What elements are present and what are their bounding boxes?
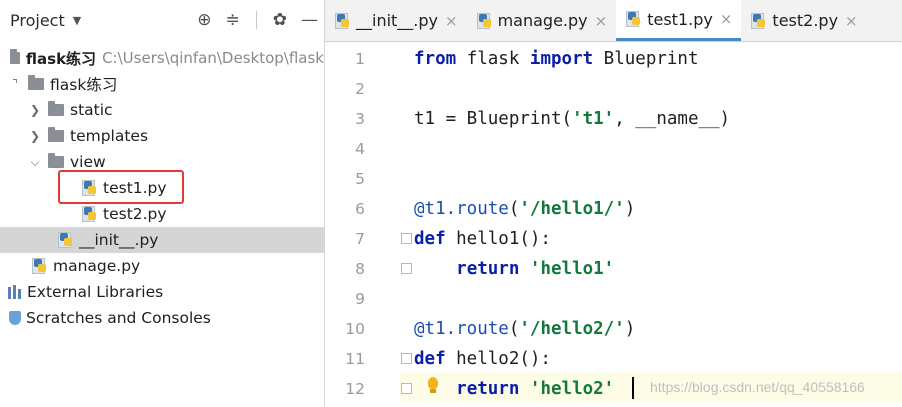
project-path: C:\Users\qinfan\Desktop\flask	[102, 49, 324, 67]
text-cursor	[632, 377, 634, 399]
tab-init[interactable]: __init__.py ×	[325, 0, 467, 41]
tree-item-flask-folder[interactable]: ⌝ flask练习	[0, 71, 324, 97]
ide-window: Project ▼ ⊕ ≑ ✿ — flask练习 C:\Users\qinfa…	[0, 0, 902, 407]
hide-icon[interactable]: —	[301, 10, 318, 30]
line-number: 4	[355, 140, 365, 158]
line-number: 2	[355, 80, 365, 98]
python-file-icon	[476, 12, 493, 29]
close-icon[interactable]: ×	[845, 12, 858, 30]
code-line: from flask import Blueprint	[414, 49, 699, 69]
line-number: 3	[355, 110, 365, 128]
tab-label: test1.py	[647, 9, 713, 29]
close-icon[interactable]: ×	[720, 10, 733, 28]
scratch-icon	[9, 311, 21, 325]
line-number: 7	[355, 230, 365, 248]
line-number: 8	[355, 260, 365, 278]
code-line: def hello1():	[414, 229, 551, 249]
chevron-down-icon[interactable]: ▼	[73, 14, 81, 27]
line-number: 10	[345, 320, 365, 338]
tab-label: manage.py	[497, 11, 588, 30]
tree-item-templates[interactable]: ❯ templates	[0, 123, 324, 149]
code-line: @t1.route('/hello1/')	[414, 199, 636, 219]
tree-item-label: templates	[70, 127, 149, 145]
python-file-icon	[32, 258, 48, 274]
folder-icon	[48, 127, 64, 142]
editor-tabs: __init__.py × manage.py × test1.py × tes…	[325, 0, 902, 42]
tree-item-label: view	[70, 153, 106, 171]
selection-highlight-box	[58, 170, 184, 204]
line-number: 12	[345, 380, 365, 398]
project-view-selector[interactable]: Project	[10, 11, 65, 30]
tab-manage[interactable]: manage.py ×	[467, 0, 617, 41]
watermark-text: https://blog.csdn.net/qq_40558166	[650, 379, 865, 395]
python-file-icon	[626, 11, 642, 27]
code-editor: __init__.py × manage.py × test1.py × tes…	[325, 0, 902, 407]
line-number-gutter: 1 2 3 4 5 6 7 8 9 10 11 12	[325, 42, 412, 407]
lightbulb-icon[interactable]	[425, 377, 441, 397]
python-file-icon	[335, 12, 351, 29]
tab-label: __init__.py	[356, 11, 439, 30]
tab-test2[interactable]: test2.py ×	[741, 0, 866, 41]
chevron-down-icon[interactable]: ⌝	[8, 77, 22, 91]
tree-item-project-root[interactable]: flask练习 C:\Users\qinfan\Desktop\flask	[0, 45, 324, 71]
tree-item-label: flask练习	[50, 76, 118, 94]
tree-item-test2[interactable]: test2.py	[0, 201, 324, 227]
tree-item-label: flask练习	[25, 49, 97, 68]
code-line: def hello2():	[414, 349, 551, 369]
tree-item-label: static	[70, 101, 113, 119]
tree-item-init[interactable]: __init__.py	[0, 227, 324, 253]
line-number: 6	[355, 200, 365, 218]
chevron-right-icon[interactable]: ❯	[28, 129, 42, 143]
line-number: 1	[355, 50, 365, 68]
code-line: @t1.route('/hello2/')	[414, 319, 636, 339]
close-icon[interactable]: ×	[445, 12, 458, 30]
folder-icon	[28, 75, 44, 90]
chevron-down-icon[interactable]: ⌵	[28, 155, 42, 170]
tab-test1[interactable]: test1.py ×	[616, 0, 742, 41]
tree-item-label: __init__.py	[79, 231, 159, 249]
collapse-icon[interactable]: ≑	[226, 10, 240, 30]
folder-icon	[48, 101, 64, 116]
folder-icon	[10, 49, 20, 64]
python-file-icon	[58, 232, 74, 248]
project-panel-header: Project ▼ ⊕ ≑ ✿ —	[0, 0, 324, 40]
panel-toolbar: ⊕ ≑ ✿ —	[197, 10, 318, 30]
line-number: 9	[355, 290, 365, 308]
tree-item-manage[interactable]: manage.py	[0, 253, 324, 279]
code-area[interactable]: from flask import Blueprint t1 = Bluepri…	[400, 42, 902, 407]
line-number: 5	[355, 170, 365, 188]
line-number: 11	[345, 350, 365, 368]
python-file-icon	[82, 206, 98, 222]
tree-item-static[interactable]: ❯ static	[0, 97, 324, 123]
project-panel: Project ▼ ⊕ ≑ ✿ — flask练习 C:\Users\qinfa…	[0, 0, 325, 407]
tree-item-label: manage.py	[53, 257, 141, 275]
library-icon	[8, 285, 22, 299]
tree-item-label: External Libraries	[27, 283, 164, 301]
folder-icon	[48, 153, 64, 168]
python-file-icon	[751, 12, 767, 29]
tree-item-label: test2.py	[103, 205, 167, 223]
tree-item-label: Scratches and Consoles	[26, 309, 211, 327]
tree-item-external-libraries[interactable]: External Libraries	[0, 279, 324, 305]
gear-icon[interactable]: ✿	[273, 10, 287, 30]
locate-icon[interactable]: ⊕	[197, 10, 211, 30]
tree-item-scratches[interactable]: Scratches and Consoles	[0, 305, 324, 331]
code-line: return 'hello1'	[456, 259, 615, 279]
tab-label: test2.py	[772, 11, 839, 30]
toolbar-divider	[255, 11, 257, 29]
code-line: return 'hello2'	[456, 379, 615, 399]
close-icon[interactable]: ×	[595, 12, 608, 30]
chevron-right-icon[interactable]: ❯	[28, 103, 42, 117]
code-line: t1 = Blueprint('t1', __name__)	[414, 109, 731, 129]
